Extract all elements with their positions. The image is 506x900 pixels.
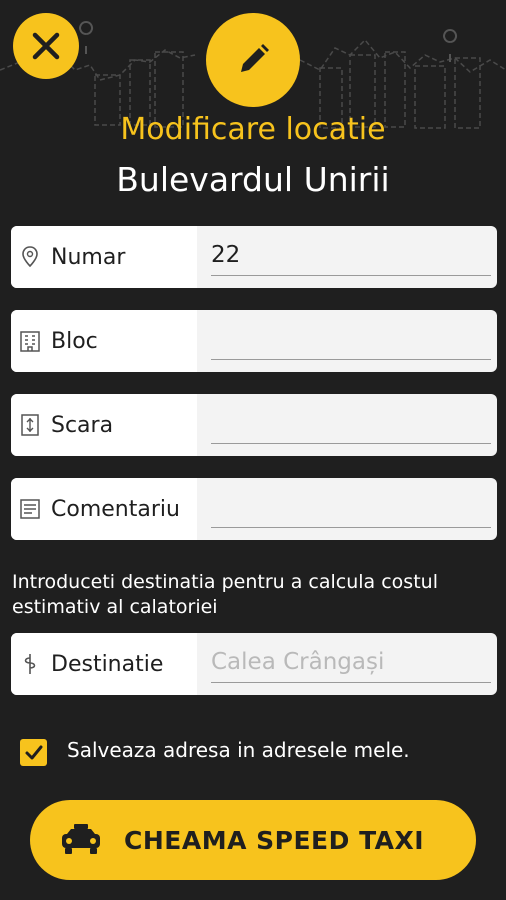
close-icon — [32, 32, 60, 60]
close-button[interactable] — [13, 13, 79, 79]
call-speed-taxi-button[interactable]: CHEAMA SPEED TAXI — [30, 800, 476, 880]
call-taxi-label: CHEAMA SPEED TAXI — [124, 825, 425, 855]
field-label-bloc: Bloc — [51, 328, 98, 354]
field-label-scara: Scara — [51, 412, 114, 438]
field-scara: Scara — [11, 394, 497, 456]
field-bloc: Bloc — [11, 310, 497, 372]
field-label-destinatie: Destinatie — [51, 651, 164, 677]
page-title: Modificare locatie — [120, 112, 386, 147]
stairs-door-icon — [19, 414, 41, 436]
edit-location-badge — [206, 13, 300, 107]
field-comentariu: Comentariu — [11, 478, 497, 540]
scara-input[interactable] — [211, 408, 491, 438]
route-icon — [19, 653, 41, 675]
save-address-label: Salveaza adresa in adresele mele. — [67, 738, 410, 762]
numar-input[interactable] — [211, 240, 491, 270]
checkmark-icon — [25, 745, 42, 759]
bloc-input[interactable] — [211, 324, 491, 354]
field-numar: Numar — [11, 226, 497, 288]
destination-hint: Introduceti destinatia pentru a calcula … — [12, 571, 438, 618]
taxi-car-icon — [62, 824, 100, 854]
save-address-checkbox[interactable] — [20, 739, 47, 766]
destination-input[interactable] — [211, 647, 491, 677]
building-icon — [19, 330, 41, 352]
note-icon — [19, 498, 41, 520]
field-label-numar: Numar — [51, 244, 126, 270]
location-pin-icon — [19, 246, 41, 268]
field-label-comentariu: Comentariu — [51, 496, 180, 522]
comentariu-input[interactable] — [211, 492, 491, 522]
field-destinatie: Destinatie — [11, 633, 497, 695]
street-name: Bulevardul Unirii — [116, 160, 390, 199]
pencil-icon — [241, 44, 269, 72]
